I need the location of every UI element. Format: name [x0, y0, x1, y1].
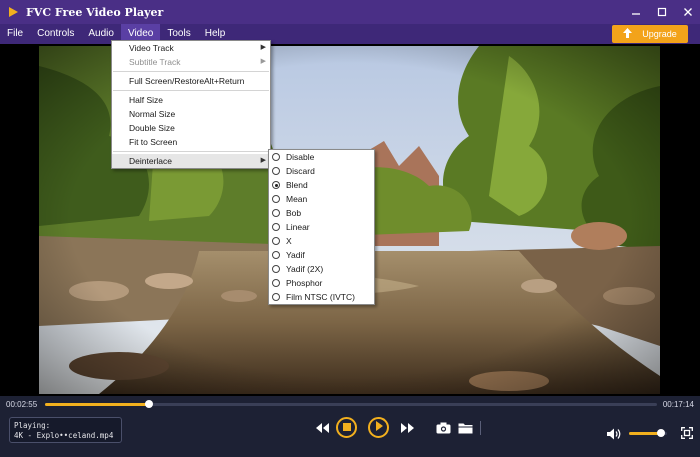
deinterlace-item[interactable]: Deinterlace ▶ [112, 154, 270, 168]
menu-separator [113, 71, 269, 72]
deinterlace-option[interactable]: Bob [269, 206, 374, 220]
seek-handle[interactable] [145, 400, 154, 408]
option-label: Discard [286, 166, 315, 176]
menu-file[interactable]: File [0, 24, 30, 44]
deinterlace-submenu: Disable Discard Blend Mean Bob Linear X … [268, 149, 375, 305]
folder-icon[interactable] [457, 421, 473, 435]
minimize-icon[interactable] [630, 6, 642, 18]
seek-bar[interactable] [45, 400, 657, 408]
deinterlace-option[interactable]: Discard [269, 164, 374, 178]
speaker-icon[interactable] [606, 427, 622, 440]
deinterlace-option[interactable]: Yadif [269, 248, 374, 262]
option-label: Bob [286, 208, 302, 218]
video-menu: Video Track ▶ Subtitle Track ▶ Full Scre… [111, 40, 271, 169]
deinterlace-option[interactable]: Mean [269, 192, 374, 206]
rewind-icon[interactable] [315, 422, 329, 434]
deinterlace-option[interactable]: Film NTSC (IVTC) [269, 290, 374, 304]
fast-forward-icon[interactable] [400, 422, 414, 434]
deinterlace-option[interactable]: Blend [269, 178, 374, 192]
video-track-item[interactable]: Video Track ▶ [112, 41, 270, 55]
maximize-icon[interactable] [656, 6, 668, 18]
radio-icon [272, 279, 280, 287]
total-time: 00:17:14 [662, 400, 694, 409]
radio-icon [272, 167, 280, 175]
arrow-up-icon [623, 28, 633, 40]
option-label: Mean [286, 194, 308, 204]
radio-icon [272, 223, 280, 231]
radio-icon [272, 293, 280, 301]
upgrade-button[interactable]: Upgrade [612, 25, 688, 43]
volume-slider[interactable] [629, 429, 667, 437]
now-playing-file: 4K - Explo••celand.mp4 [14, 431, 114, 440]
radio-checked-icon [272, 181, 280, 189]
deinterlace-label: Deinterlace [129, 156, 172, 166]
deinterlace-option[interactable]: Linear [269, 220, 374, 234]
deinterlace-option[interactable]: Phosphor [269, 276, 374, 290]
window-title: FVC Free Video Player [26, 5, 164, 19]
video-track-label: Video Track [129, 43, 174, 53]
radio-icon [272, 153, 280, 161]
volume-handle[interactable] [657, 429, 666, 437]
option-label: Yadif [286, 250, 305, 260]
elapsed-time: 00:02:55 [6, 400, 38, 409]
option-label: Yadif (2X) [286, 264, 324, 274]
play-button[interactable] [368, 417, 389, 438]
deinterlace-option[interactable]: Yadif (2X) [269, 262, 374, 276]
title-bar: FVC Free Video Player [0, 0, 700, 24]
option-label: Film NTSC (IVTC) [286, 292, 355, 302]
subtitle-track-item[interactable]: Subtitle Track ▶ [112, 55, 270, 69]
fullscreen-icon[interactable] [680, 426, 694, 440]
full-screen-shortcut: Alt+Return [204, 76, 245, 86]
option-label: Disable [286, 152, 315, 162]
radio-icon [272, 195, 280, 203]
option-label: Linear [286, 222, 310, 232]
double-size-item[interactable]: Double Size [112, 121, 270, 135]
submenu-arrow-icon: ▶ [260, 58, 266, 65]
radio-icon [272, 209, 280, 217]
full-screen-item[interactable]: Full Screen/Restore Alt+Return [112, 74, 270, 88]
menu-controls[interactable]: Controls [30, 24, 81, 44]
half-size-item[interactable]: Half Size [112, 93, 270, 107]
now-playing-box: Playing: 4K - Explo••celand.mp4 [9, 417, 122, 443]
now-playing-label: Playing: [14, 421, 51, 430]
radio-icon [272, 251, 280, 259]
option-label: Phosphor [286, 278, 323, 288]
menu-separator [113, 151, 269, 152]
seek-progress [45, 403, 150, 406]
normal-size-item[interactable]: Normal Size [112, 107, 270, 121]
stop-icon [342, 422, 351, 434]
close-icon[interactable] [682, 6, 694, 18]
control-panel: 00:02:55 00:17:14 Playing: 4K - Explo••c… [0, 396, 700, 457]
option-label: Blend [286, 180, 308, 190]
upgrade-label: Upgrade [642, 29, 677, 39]
fit-to-screen-item[interactable]: Fit to Screen [112, 135, 270, 149]
radio-icon [272, 237, 280, 245]
option-label: X [286, 236, 292, 246]
menu-separator [113, 90, 269, 91]
subtitle-track-label: Subtitle Track [129, 57, 181, 67]
stop-button[interactable] [336, 417, 357, 438]
deinterlace-option[interactable]: Disable [269, 150, 374, 164]
play-icon [375, 421, 383, 434]
full-screen-label: Full Screen/Restore [129, 76, 205, 86]
radio-icon [272, 265, 280, 273]
camera-icon[interactable] [435, 421, 451, 435]
submenu-arrow-icon: ▶ [260, 44, 266, 51]
menu-bar: File Controls Audio Video Tools Help Upg… [0, 24, 700, 44]
fvc-logo-icon [6, 5, 20, 19]
control-divider [480, 421, 481, 435]
submenu-arrow-icon: ▶ [260, 157, 266, 164]
deinterlace-option[interactable]: X [269, 234, 374, 248]
